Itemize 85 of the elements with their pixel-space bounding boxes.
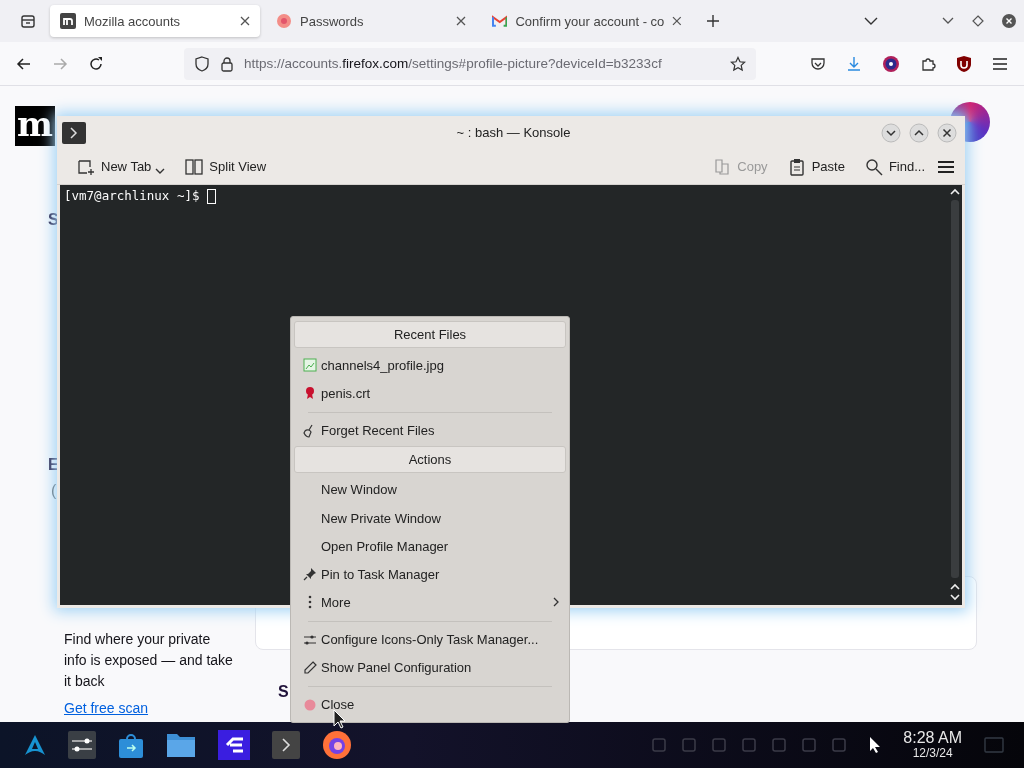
star-icon[interactable]: [730, 55, 746, 72]
menu-icon[interactable]: [992, 56, 1008, 71]
mail-icon: [492, 15, 508, 27]
puzzle-icon[interactable]: [920, 55, 936, 72]
lockwise-icon: [276, 13, 292, 29]
mouse-pointer-icon: [869, 736, 882, 754]
chevron-right-icon: [553, 597, 560, 608]
menu-item[interactable]: channels4_profile.jpg: [294, 351, 566, 380]
scroll-arrows-icon[interactable]: [950, 582, 960, 602]
menu-item[interactable]: Configure Icons-Only Task Manager...: [294, 625, 566, 654]
toolbar-button[interactable]: Find...: [856, 153, 933, 180]
menu-section-header: Recent Files: [294, 321, 566, 349]
more-icon: [307, 595, 312, 610]
toolbar-button[interactable]: Paste: [779, 153, 853, 180]
certificate-icon: [304, 386, 315, 401]
close-icon[interactable]: [456, 16, 466, 26]
pin-icon: [302, 567, 317, 582]
m-logo-icon: [60, 13, 76, 29]
copy-icon: [713, 157, 732, 176]
close-icon[interactable]: [240, 16, 250, 26]
close-icon[interactable]: [1002, 14, 1016, 28]
close-icon[interactable]: [672, 16, 682, 26]
menu-item[interactable]: Pin to Task Manager: [294, 560, 566, 589]
clipboard-icon: [787, 157, 806, 176]
menu-item[interactable]: New Private Window: [294, 504, 566, 533]
address-bar[interactable]: https://accounts.firefox.com/settings#profile-picture?deviceId=b3233cf: [184, 47, 756, 80]
download-icon[interactable]: [846, 55, 862, 72]
caret-icon: [155, 167, 166, 174]
toolbar-button[interactable]: Split View: [177, 153, 275, 180]
arch-logo-icon[interactable]: [24, 734, 46, 756]
chevron-down-icon[interactable]: [942, 17, 954, 25]
terminal-icon[interactable]: [272, 731, 300, 759]
clock-time[interactable]: 8:28 AM: [903, 730, 962, 748]
menu-icon[interactable]: [937, 159, 955, 174]
terminal-app-icon[interactable]: [62, 121, 86, 144]
toolbar-button[interactable]: New Tab: [69, 153, 174, 180]
menu-item[interactable]: Close: [294, 690, 566, 719]
menu-item[interactable]: Forget Recent Files: [294, 416, 566, 445]
close-icon[interactable]: [937, 122, 957, 143]
new-tab-icon: [77, 157, 95, 176]
shield-icon[interactable]: [956, 54, 972, 73]
site-logo[interactable]: m: [15, 106, 55, 146]
menu-item[interactable]: More: [294, 588, 566, 617]
diamond-icon[interactable]: [972, 15, 984, 27]
shopping-bag-icon[interactable]: [118, 731, 144, 759]
menu-section-header: Actions: [294, 445, 566, 473]
new-tab-icon[interactable]: [706, 14, 720, 28]
mouse-pointer-icon: [333, 709, 347, 729]
menu-item[interactable]: penis.crt: [294, 379, 566, 408]
lock-icon: [220, 55, 234, 72]
tab-list-icon[interactable]: [20, 13, 36, 29]
close-dot-icon: [303, 698, 316, 711]
free-scan-link[interactable]: Get free scan: [64, 700, 149, 716]
window-title: ~ : bash — Konsole: [455, 125, 571, 140]
shield-icon: [194, 55, 210, 72]
text-fragment: (: [51, 482, 57, 500]
split-view-icon: [185, 157, 204, 176]
menu-item[interactable]: New Window: [294, 475, 566, 504]
maximize-icon[interactable]: [909, 122, 929, 143]
pencil-icon: [302, 660, 317, 675]
scroll-up-icon[interactable]: [950, 188, 960, 196]
browser-tab[interactable]: Confirm your account - co: [482, 5, 692, 37]
text-cursor: [207, 189, 217, 204]
sliders-icon: [302, 633, 317, 646]
account-avatar-icon[interactable]: [882, 54, 900, 73]
reload-icon[interactable]: [88, 55, 104, 72]
pocket-icon[interactable]: [810, 55, 826, 72]
clock-date[interactable]: 12/3/24: [912, 747, 953, 760]
browser-tab[interactable]: Mozilla accounts: [50, 5, 260, 37]
chevron-down-icon[interactable]: [864, 16, 878, 26]
back-icon[interactable]: [16, 55, 32, 72]
heading-fragment: S: [278, 683, 289, 701]
menu-item[interactable]: Open Profile Manager: [294, 532, 566, 561]
minimize-icon[interactable]: [881, 122, 901, 143]
menu-item[interactable]: Show Panel Configuration: [294, 653, 566, 682]
image-file-icon: [302, 358, 317, 373]
browser-tab[interactable]: Passwords: [266, 5, 476, 37]
settings-sliders-icon[interactable]: [68, 731, 96, 759]
terminal-prompt: [vm7@archlinux ~]$: [64, 188, 200, 203]
app-launcher-icon[interactable]: [218, 730, 250, 760]
monitor-description: Find where your private info is exposed — and take it back: [64, 630, 234, 691]
search-icon: [864, 157, 883, 176]
folder-icon[interactable]: [166, 732, 196, 758]
firefox-icon[interactable]: [322, 730, 352, 760]
url-text: https://accounts.firefox.com/settings#profile-picture?deviceId=b3233cf: [244, 56, 663, 71]
